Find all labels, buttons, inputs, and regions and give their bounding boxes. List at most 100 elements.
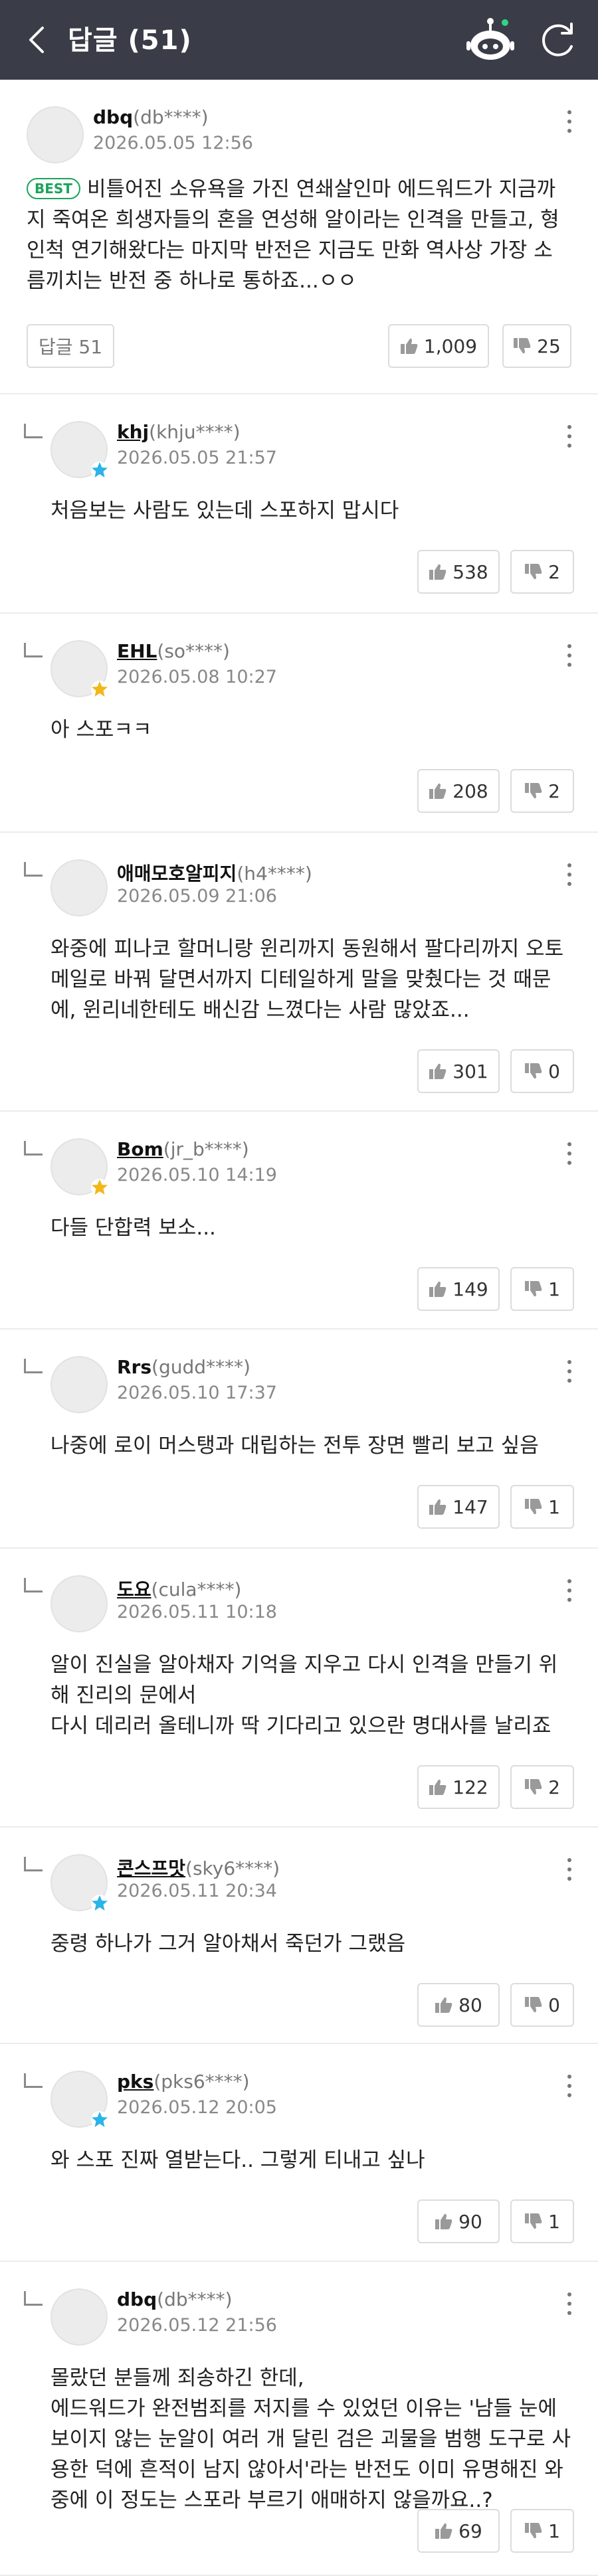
- more-options-icon[interactable]: [566, 110, 573, 137]
- like-count: 538: [452, 560, 488, 583]
- back-arrow-icon[interactable]: [20, 21, 57, 58]
- like-button[interactable]: 69: [417, 2509, 500, 2553]
- dislike-button[interactable]: 25: [502, 324, 571, 368]
- thumbs-down-icon: [525, 1281, 542, 1297]
- reply-count-button[interactable]: 답글 51: [27, 324, 114, 368]
- dislike-button[interactable]: 0: [510, 1983, 574, 2027]
- thumbs-down-icon: [525, 1779, 542, 1795]
- thumbs-up-icon: [435, 1997, 452, 2013]
- comment-text: BEST 비틀어진 소유욕을 가진 연쇄살인마 에드워드가 지금까지 죽여온 희생…: [27, 174, 571, 296]
- dislike-button[interactable]: 1: [510, 1485, 574, 1529]
- nickname[interactable]: khj: [117, 421, 149, 443]
- dislike-count: 1: [548, 1496, 560, 1518]
- comment-date: 2026.05.12 21:56: [117, 2315, 277, 2336]
- avatar[interactable]: [50, 640, 108, 698]
- more-options-icon[interactable]: [566, 644, 573, 671]
- avatar[interactable]: [27, 106, 84, 163]
- thumbs-up-icon: [400, 338, 418, 354]
- more-options-icon[interactable]: [566, 2075, 573, 2101]
- dislike-button[interactable]: 1: [510, 2199, 574, 2243]
- like-button[interactable]: 208: [417, 769, 500, 813]
- more-options-icon[interactable]: [566, 2292, 573, 2319]
- more-options-icon[interactable]: [566, 1579, 573, 1606]
- dislike-button[interactable]: 2: [510, 769, 574, 813]
- user-id: (db****): [133, 106, 209, 128]
- user-id: (h4****): [237, 863, 312, 885]
- user-id: (cula****): [151, 1579, 242, 1600]
- avatar[interactable]: [50, 2288, 108, 2346]
- like-count: 90: [458, 2210, 482, 2233]
- nickname[interactable]: 콘스프맛: [117, 1857, 185, 1879]
- reply-indent-icon: [24, 1359, 43, 1373]
- nickname[interactable]: 애매모호알피지: [117, 863, 237, 885]
- user-id: (khju****): [149, 421, 241, 443]
- more-options-icon[interactable]: [566, 1142, 573, 1169]
- thumbs-down-icon: [514, 338, 531, 354]
- dislike-button[interactable]: 1: [510, 2509, 574, 2553]
- reply-indent-icon: [24, 862, 43, 877]
- dislike-button[interactable]: 0: [510, 1049, 574, 1093]
- nickname[interactable]: EHL: [117, 640, 157, 662]
- more-options-icon[interactable]: [566, 425, 573, 452]
- comment-date: 2026.05.08 10:27: [117, 667, 277, 687]
- comment-date: 2026.05.05 12:56: [93, 133, 253, 153]
- reply-comment: 도요(cula****) 2026.05.11 10:18 알이 진실을 알아채자 …: [0, 1549, 598, 1828]
- nickname[interactable]: dbq: [93, 106, 133, 128]
- reply-comment: khj(khju****) 2026.05.05 21:57 처음보는 사람도 있는…: [0, 394, 598, 614]
- user-id: (jr_b****): [163, 1138, 249, 1160]
- dislike-button[interactable]: 2: [510, 1765, 574, 1809]
- like-button[interactable]: 80: [417, 1983, 500, 2027]
- refresh-icon[interactable]: [538, 20, 578, 60]
- like-button[interactable]: 1,009: [388, 324, 489, 368]
- like-button[interactable]: 538: [417, 550, 500, 594]
- comment-date: 2026.05.05 21:57: [117, 448, 277, 468]
- nickname[interactable]: Rrs: [117, 1356, 151, 1378]
- comment-date: 2026.05.11 10:18: [117, 1602, 277, 1622]
- nickname[interactable]: 도요: [117, 1579, 151, 1600]
- more-options-icon[interactable]: [566, 1858, 573, 1885]
- like-button[interactable]: 301: [417, 1049, 500, 1093]
- like-button[interactable]: 90: [417, 2199, 500, 2243]
- thumbs-up-icon: [435, 2213, 452, 2229]
- comment-date: 2026.05.10 17:37: [117, 1383, 277, 1403]
- dislike-count: 25: [537, 335, 561, 357]
- thumbs-down-icon: [525, 1997, 542, 2013]
- like-count: 147: [452, 1496, 488, 1518]
- avatar[interactable]: [50, 2071, 108, 2128]
- like-count: 149: [452, 1278, 488, 1300]
- like-button[interactable]: 149: [417, 1267, 500, 1311]
- thumbs-up-icon: [429, 1779, 447, 1795]
- reply-indent-icon: [24, 424, 43, 438]
- thumbs-up-icon: [435, 2523, 452, 2539]
- nickname[interactable]: Bom: [117, 1138, 163, 1160]
- like-button[interactable]: 122: [417, 1765, 500, 1809]
- robot-icon[interactable]: [465, 16, 516, 65]
- avatar[interactable]: [50, 1138, 108, 1196]
- reply-indent-icon: [24, 2291, 43, 2306]
- comment-body: 처음보는 사람도 있는데 스포하지 맙시다: [50, 499, 399, 523]
- comment-body: 다들 단합력 보소...: [50, 1216, 216, 1240]
- dislike-button[interactable]: 2: [510, 550, 574, 594]
- thumbs-up-icon: [429, 1281, 447, 1297]
- gold-star-badge-icon: [91, 681, 108, 698]
- like-button[interactable]: 147: [417, 1485, 500, 1529]
- avatar[interactable]: [50, 1854, 108, 1912]
- dislike-button[interactable]: 1: [510, 1267, 574, 1311]
- dislike-count: 2: [548, 780, 560, 802]
- avatar[interactable]: [50, 1575, 108, 1632]
- avatar[interactable]: [50, 421, 108, 479]
- more-options-icon[interactable]: [566, 1360, 573, 1387]
- like-count: 69: [458, 2520, 482, 2542]
- dislike-count: 0: [548, 1994, 560, 2016]
- avatar[interactable]: [50, 859, 108, 916]
- more-options-icon[interactable]: [566, 863, 573, 890]
- avatar[interactable]: [50, 1356, 108, 1413]
- nickname[interactable]: dbq: [117, 2288, 157, 2310]
- best-badge: BEST: [27, 178, 80, 199]
- page-title: 답글 (51): [68, 25, 192, 56]
- reply-comment: EHL(so****) 2026.05.08 10:27 아 스포ㅋㅋ 208 2: [0, 614, 598, 833]
- nickname[interactable]: pks: [117, 2071, 153, 2093]
- user-id: (pks6****): [153, 2071, 250, 2093]
- reply-comment: 애매모호알피지(h4****) 2026.05.09 21:06 와중에 피나코 할…: [0, 833, 598, 1112]
- like-count: 122: [452, 1776, 488, 1798]
